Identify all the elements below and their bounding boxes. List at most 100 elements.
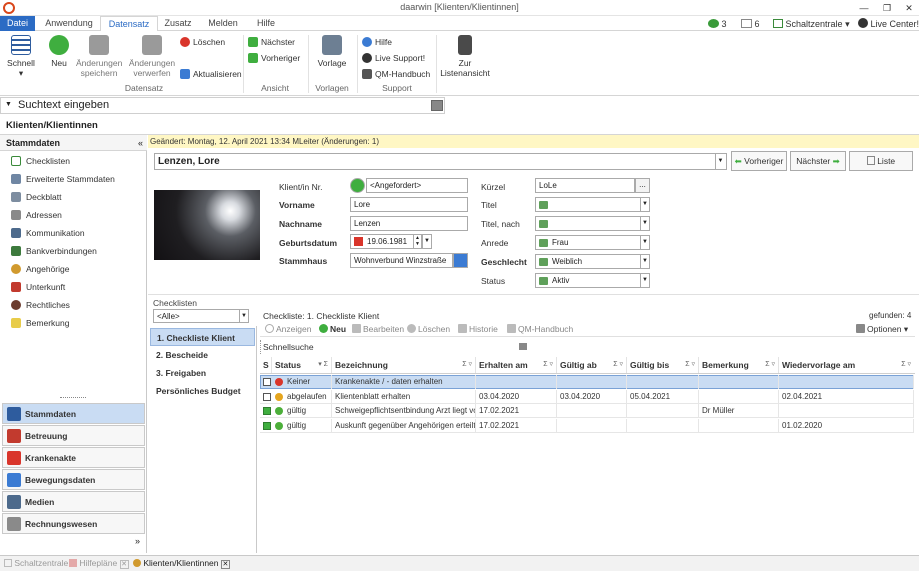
add-number-icon[interactable]: [350, 178, 365, 193]
col-bemerkung[interactable]: Bemerkung Σ ▿: [699, 357, 779, 373]
row-checkbox[interactable]: [263, 378, 271, 386]
collapse-icon[interactable]: «: [138, 138, 143, 148]
sidebar-item-deckblatt[interactable]: Deckblatt: [0, 188, 147, 206]
col-wiedervorlage[interactable]: Wiedervorlage am Σ ▿: [779, 357, 914, 373]
vorlage-button[interactable]: Vorlage: [313, 35, 351, 68]
close-tab-icon[interactable]: ✕: [220, 560, 230, 569]
list-button[interactable]: Liste: [849, 151, 913, 171]
status-select[interactable]: Aktiv ▼: [535, 273, 650, 288]
tab-anwendung[interactable]: Anwendung: [40, 16, 98, 31]
sidebar-item-bankverbindungen[interactable]: Bankverbindungen: [0, 242, 147, 260]
sidebar-item-checklisten[interactable]: Checklisten: [0, 152, 147, 170]
filter-icon[interactable]: Σ ▿: [765, 357, 775, 373]
next-record-button[interactable]: Nächster ➡: [790, 151, 846, 171]
sidebar-item-kommunikation[interactable]: Kommunikation: [0, 224, 147, 242]
col-bezeichnung[interactable]: Bezeichnung Σ ▿: [332, 357, 476, 373]
historie-button[interactable]: Historie: [458, 324, 498, 334]
optionen-button[interactable]: Optionen ▾: [856, 324, 908, 335]
filter-icon[interactable]: ▾ Σ: [318, 357, 328, 373]
anrede-select[interactable]: Frau ▼: [535, 235, 650, 250]
row-checkbox[interactable]: [263, 422, 271, 430]
kuerzel-more-button[interactable]: ...: [635, 178, 650, 193]
nav-betreuung[interactable]: Betreuung: [2, 425, 145, 446]
sidebar-item-bemerkung[interactable]: Bemerkung: [0, 314, 147, 332]
sidebar-item-adressen[interactable]: Adressen: [0, 206, 147, 224]
titel-select[interactable]: ▼: [535, 197, 650, 212]
filter-icon[interactable]: Σ ▿: [613, 357, 623, 373]
nav-stammdaten[interactable]: Stammdaten: [2, 403, 145, 424]
vorname-field[interactable]: Lore: [350, 197, 468, 212]
nav-krankenakte[interactable]: Krankenakte: [2, 447, 145, 468]
tab-datei[interactable]: Datei: [0, 16, 35, 31]
chevron-down-icon[interactable]: ▼: [715, 154, 725, 169]
sidebar-item-rechtliches[interactable]: Rechtliches: [0, 296, 147, 314]
expand-nav-icon[interactable]: »: [135, 536, 140, 546]
loeschen-entry-button[interactable]: Löschen: [407, 324, 450, 334]
search-box[interactable]: ▼ Suchtext eingeben: [0, 97, 445, 114]
col-status[interactable]: Status ▾ Σ: [272, 357, 332, 373]
checklist-filter-select[interactable]: <Alle> ▼: [153, 309, 249, 323]
nr-field[interactable]: <Angefordert>: [366, 178, 468, 193]
mail-indicator[interactable]: 6: [741, 17, 760, 31]
col-erhalten[interactable]: Erhalten am Σ ▿: [476, 357, 557, 373]
status-tab-schaltzentrale[interactable]: Schaltzentrale: [4, 558, 68, 568]
tab-hilfe[interactable]: Hilfe: [248, 16, 284, 31]
row-checkbox[interactable]: [263, 407, 271, 415]
schnell-button[interactable]: Schnell ▾: [4, 35, 38, 78]
filter-icon[interactable]: Σ ▿: [901, 357, 911, 373]
nav-medien[interactable]: Medien: [2, 491, 145, 512]
col-s[interactable]: S: [260, 357, 272, 373]
neu-button[interactable]: Neu: [44, 35, 74, 68]
checklist-item[interactable]: 1. Checkliste Klient: [150, 328, 255, 346]
search-input[interactable]: Suchtext eingeben: [18, 98, 109, 113]
minimize-icon[interactable]: —: [857, 2, 871, 14]
checklist-item[interactable]: 2. Bescheide: [150, 346, 255, 364]
sidebar-item-unterkunft[interactable]: Unterkunft: [0, 278, 147, 296]
geburtsdatum-field[interactable]: 19.06.1981 ▲ ▼: [350, 234, 422, 249]
aenderungen-speichern-button[interactable]: Änderungen speichern: [76, 35, 122, 78]
zur-listenansicht-button[interactable]: Zur Listenansicht: [440, 35, 490, 78]
schaltzentrale-dropdown[interactable]: Schaltzentrale ▾: [773, 17, 850, 31]
sidebar-item-angehoerige[interactable]: Angehörige: [0, 260, 147, 278]
tab-melden[interactable]: Melden: [200, 16, 246, 31]
tab-zusatz[interactable]: Zusatz: [158, 16, 198, 31]
date-spinner[interactable]: ▲ ▼: [413, 235, 421, 248]
live-support-button[interactable]: Live Support!: [362, 52, 425, 64]
prev-record-button[interactable]: ⬅ Vorheriger: [731, 151, 787, 171]
qm-handbuch-entry-button[interactable]: QM-Handbuch: [507, 324, 573, 334]
kuerzel-field[interactable]: LoLe: [535, 178, 635, 193]
bearbeiten-button[interactable]: Bearbeiten: [352, 324, 404, 334]
titel-nach-select[interactable]: ▼: [535, 216, 650, 231]
search-options-icon[interactable]: [431, 100, 443, 111]
splitter-handle[interactable]: [60, 397, 86, 400]
messages-indicator[interactable]: 3: [708, 17, 727, 31]
aenderungen-verwerfen-button[interactable]: Änderungen verwerfen: [128, 35, 176, 78]
sidebar-item-erweiterte-stammdaten[interactable]: Erweiterte Stammdaten: [0, 170, 147, 188]
hilfe-button[interactable]: Hilfe: [362, 36, 392, 48]
close-tab-icon[interactable]: ✕: [119, 560, 129, 569]
neu-entry-button[interactable]: Neu: [319, 324, 346, 334]
vorheriger-button[interactable]: Vorheriger: [248, 52, 300, 64]
chevron-down-icon[interactable]: ▼: [5, 101, 12, 108]
filter-icon[interactable]: Σ ▿: [543, 357, 553, 373]
record-name-field[interactable]: Lenzen, Lore ▼: [154, 153, 727, 170]
client-photo[interactable]: [154, 190, 260, 260]
nav-rechnungswesen[interactable]: Rechnungswesen: [2, 513, 145, 534]
filter-icon[interactable]: Σ ▿: [462, 357, 472, 373]
restore-icon[interactable]: ❐: [880, 2, 894, 14]
close-icon[interactable]: ✕: [902, 2, 916, 14]
aktualisieren-button[interactable]: Aktualisieren: [180, 68, 242, 80]
nav-bewegungsdaten[interactable]: Bewegungsdaten: [2, 469, 145, 490]
stammhaus-field[interactable]: Wohnverbund Winzstraße: [350, 253, 453, 268]
calendar-icon[interactable]: [354, 237, 363, 246]
tab-datensatz[interactable]: Datensatz: [100, 16, 158, 32]
checklist-item[interactable]: Persönliches Budget: [150, 382, 255, 400]
quick-search-icon[interactable]: [519, 343, 527, 350]
nachname-field[interactable]: Lenzen: [350, 216, 468, 231]
loeschen-button[interactable]: Löschen: [180, 36, 225, 48]
qm-handbuch-button[interactable]: QM-Handbuch: [362, 68, 430, 80]
checklist-item[interactable]: 3. Freigaben: [150, 364, 255, 382]
naechster-button[interactable]: Nächster: [248, 36, 295, 48]
date-dropdown[interactable]: ▼: [422, 234, 432, 249]
col-gueltig-bis[interactable]: Gültig bis Σ ▿: [627, 357, 699, 373]
